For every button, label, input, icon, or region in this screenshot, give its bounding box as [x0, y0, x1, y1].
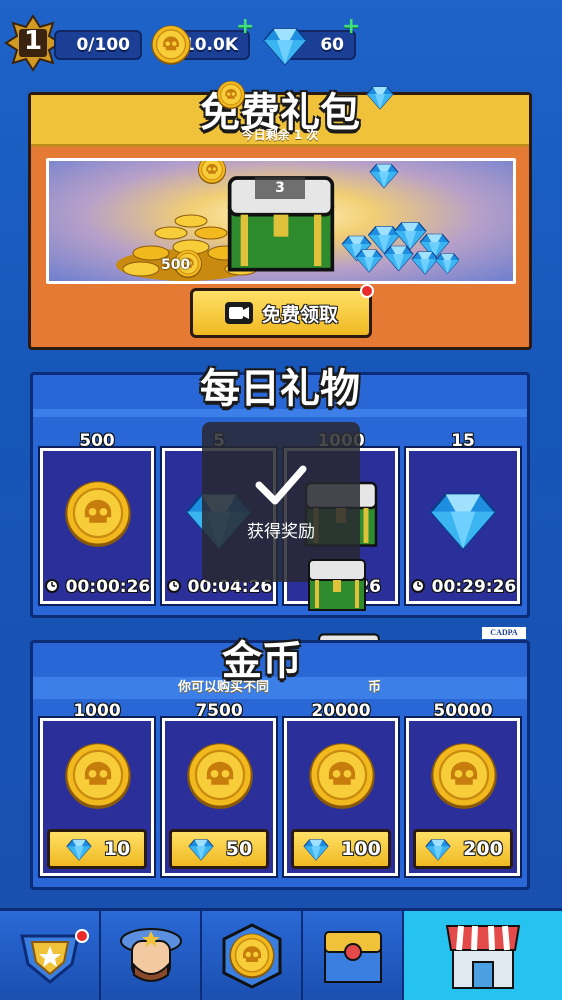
coin-pack-card[interactable]: 1000 10: [38, 701, 156, 878]
coin-pack-price: 100: [341, 838, 381, 860]
nav-shop[interactable]: [404, 911, 562, 1000]
nav-home[interactable]: [202, 911, 303, 1000]
daily-gift-amount: 500: [79, 431, 115, 451]
diamond-icon: [425, 839, 451, 861]
treasure-chest-icon: [323, 930, 382, 983]
coin-shop-subtitle-tail: 币: [368, 680, 382, 695]
checkmark-icon: [255, 465, 307, 504]
coin-pack-amount: 50000: [433, 701, 493, 721]
daily-gift-amount: 15: [451, 431, 475, 451]
nav-rank[interactable]: [0, 911, 101, 1000]
coin-pack-price: 50: [225, 838, 253, 860]
notification-dot: [360, 284, 374, 298]
coin-pack-card[interactable]: 20000 100: [282, 701, 400, 878]
coin-shop-subtitle: 你可以购买不同: [178, 680, 270, 695]
xp-value: 0/100: [76, 35, 130, 55]
clock-icon: [410, 579, 425, 593]
buy-coin-pack-button[interactable]: 200: [413, 829, 513, 869]
bottom-nav: [0, 908, 562, 1000]
character-icon: [119, 927, 182, 982]
buy-coin-pack-button[interactable]: 50: [169, 829, 269, 869]
coin-icon: [150, 24, 192, 66]
nav-character[interactable]: [101, 911, 202, 1000]
free-claim-label: 免费领取: [261, 303, 338, 326]
gem-icon: [369, 163, 399, 189]
buy-coin-pack-button[interactable]: 100: [291, 829, 391, 869]
skull-coin-icon: [64, 742, 132, 810]
clock-icon: [44, 579, 59, 593]
diamond-icon: [429, 493, 497, 550]
daily-gift-card[interactable]: 15 00:29:26: [404, 431, 522, 606]
daily-gift-timer: 00:00:26: [43, 577, 151, 597]
add-coins-button[interactable]: +: [236, 16, 254, 38]
gem-icon: [263, 28, 307, 66]
skull-coin-icon: [186, 742, 254, 810]
daily-gift-card[interactable]: 500 00:00:26: [38, 431, 156, 606]
coin-pack-amount: 7500: [195, 701, 243, 721]
buy-coin-pack-button[interactable]: 10: [47, 829, 147, 869]
reward-toast-message: 获得奖励: [247, 521, 315, 542]
coin-pack-amount: 20000: [311, 701, 371, 721]
coin-pack-price: 200: [463, 838, 503, 860]
xp-display: 0/100: [54, 30, 142, 60]
coin-icon: [216, 80, 246, 110]
chest-icon: [308, 559, 366, 611]
gem-balance-value: 60: [320, 35, 344, 55]
skull-coin-icon: [308, 742, 376, 810]
coin-pack-price: 10: [103, 838, 131, 860]
skull-coin-icon: [64, 480, 132, 548]
free-claim-button[interactable]: 免费领取: [190, 288, 372, 338]
video-icon: [224, 302, 253, 324]
nav-chest[interactable]: [303, 911, 404, 1000]
daily-gift-timer-value: 00:29:26: [431, 577, 517, 597]
daily-gift-timer: 00:29:26: [409, 577, 517, 597]
chest-count: 3: [255, 177, 305, 199]
free-gift-subtitle: 今日剩余 1 次: [241, 128, 319, 142]
coin-amount: 500: [161, 257, 191, 273]
coin-pack-card[interactable]: 7500 50: [160, 701, 278, 878]
gem-pile-icon: [341, 222, 459, 275]
daily-gift-timer-value: 00:00:26: [65, 577, 151, 597]
diamond-icon: [66, 839, 92, 861]
cadpa-badge: CADPA: [482, 627, 526, 639]
notification-dot: [75, 929, 89, 943]
shop-icon: [445, 924, 521, 989]
coin-pack-card[interactable]: 50000 200: [404, 701, 522, 878]
skull-coin-icon: [430, 742, 498, 810]
rank-shield-icon: [19, 934, 80, 984]
daily-gifts-title: 每日礼物: [200, 366, 360, 412]
gem-icon: [366, 86, 394, 110]
coin-pack-amount: 1000: [73, 701, 121, 721]
gift-reward-scene: 500 3: [46, 158, 516, 284]
diamond-icon: [188, 839, 214, 861]
clock-icon: [166, 579, 181, 593]
diamond-icon: [303, 839, 329, 861]
add-gems-button[interactable]: +: [342, 16, 360, 38]
skull-emblem-icon: [222, 922, 281, 989]
